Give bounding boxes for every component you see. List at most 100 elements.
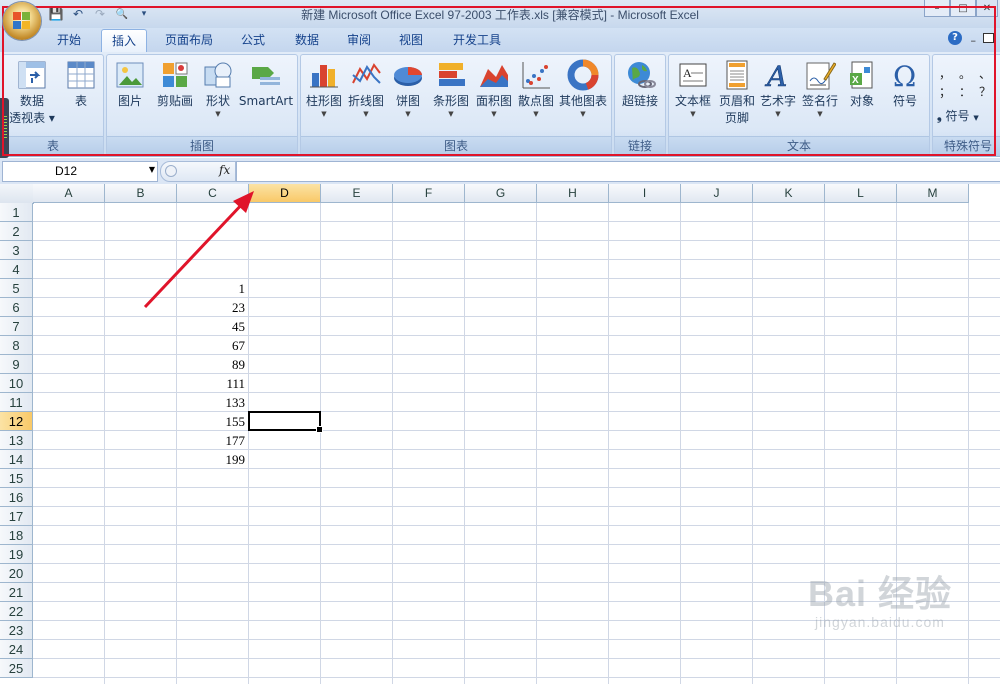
cell-c9[interactable]: 89 [177, 355, 248, 374]
symbol-button[interactable]: Ω 符号 [883, 59, 927, 110]
row-header-3[interactable]: 3 [0, 241, 33, 260]
column-header-d[interactable]: D [249, 184, 321, 203]
row-header-12[interactable]: 12 [0, 412, 33, 431]
resize-handle-icon[interactable] [165, 165, 177, 177]
tab-formulas[interactable]: 公式 [231, 29, 275, 52]
tab-developer[interactable]: 开发工具 [443, 29, 511, 52]
other-charts-button[interactable]: 其他图表 ▼ [557, 59, 609, 119]
ribbon-minimize-icon[interactable]: – [971, 34, 977, 47]
side-handle[interactable] [0, 98, 9, 158]
column-header-c[interactable]: C [177, 184, 249, 203]
row-header-22[interactable]: 22 [0, 602, 33, 621]
row-header-24[interactable]: 24 [0, 640, 33, 659]
help-icon[interactable]: ? [948, 31, 962, 45]
insert-function-icon[interactable]: fx [219, 163, 230, 177]
column-header-m[interactable]: M [897, 184, 969, 203]
special-symbol-button[interactable]: ❟ 符号 ▼ [937, 107, 979, 124]
row-header-13[interactable]: 13 [0, 431, 33, 450]
mark-comma[interactable]: ， [939, 65, 959, 83]
bar-chart-button[interactable]: 条形图 ▼ [429, 59, 473, 119]
wordart-button[interactable]: A 艺术字 ▼ [757, 59, 799, 119]
column-header-l[interactable]: L [825, 184, 897, 203]
cell-c5[interactable]: 1 [177, 279, 248, 298]
tab-review[interactable]: 审阅 [337, 29, 381, 52]
row-header-17[interactable]: 17 [0, 507, 33, 526]
line-chart-button[interactable]: 折线图 ▼ [345, 59, 387, 119]
ribbon-restore-icon[interactable] [983, 33, 994, 43]
row-header-14[interactable]: 14 [0, 450, 33, 469]
row-header-21[interactable]: 21 [0, 583, 33, 602]
scatter-chart-button[interactable]: 散点图 ▼ [515, 59, 557, 119]
tab-page-layout[interactable]: 页面布局 [155, 29, 223, 52]
row-header-20[interactable]: 20 [0, 564, 33, 583]
smartart-button[interactable]: SmartArt [237, 59, 295, 110]
name-box-dropdown-icon[interactable]: ▼ [149, 165, 155, 174]
mark-period[interactable]: 。 [959, 65, 979, 83]
mark-question[interactable]: ？ [979, 83, 999, 101]
row-header-8[interactable]: 8 [0, 336, 33, 355]
select-all-corner[interactable] [0, 184, 34, 204]
column-header-i[interactable]: I [609, 184, 681, 203]
row-header-9[interactable]: 9 [0, 355, 33, 374]
tab-view[interactable]: 视图 [389, 29, 433, 52]
cell-c13[interactable]: 177 [177, 431, 248, 450]
office-button[interactable] [3, 2, 41, 40]
row-header-1[interactable]: 1 [0, 203, 33, 222]
formula-input[interactable] [236, 161, 1000, 182]
row-header-18[interactable]: 18 [0, 526, 33, 545]
row-header-15[interactable]: 15 [0, 469, 33, 488]
row-header-19[interactable]: 19 [0, 545, 33, 564]
column-header-f[interactable]: F [393, 184, 465, 203]
cell-c14[interactable]: 199 [177, 450, 248, 469]
row-header-6[interactable]: 6 [0, 298, 33, 317]
column-header-e[interactable]: E [321, 184, 393, 203]
cell-c10[interactable]: 111 [177, 374, 248, 393]
row-header-23[interactable]: 23 [0, 621, 33, 640]
cell-c7[interactable]: 45 [177, 317, 248, 336]
cell-c12[interactable]: 155 [177, 412, 248, 431]
hyperlink-label: 超链接 [621, 94, 658, 108]
column-header-k[interactable]: K [753, 184, 825, 203]
mark-enumeration-comma[interactable]: 、 [979, 65, 999, 83]
area-chart-button[interactable]: 面积图 ▼ [473, 59, 515, 119]
column-header-b[interactable]: B [105, 184, 177, 203]
restore-button[interactable]: □ [950, 0, 976, 17]
close-button[interactable]: ✕ [976, 0, 998, 17]
minimize-button[interactable]: – [924, 0, 950, 17]
row-header-25[interactable]: 25 [0, 659, 33, 678]
pie-chart-button[interactable]: 饼图 ▼ [387, 59, 429, 119]
active-cell[interactable] [248, 411, 323, 433]
hyperlink-button[interactable]: 超链接 [617, 59, 663, 110]
textbox-button[interactable]: A 文本框 ▼ [671, 59, 715, 119]
column-header-a[interactable]: A [33, 184, 105, 203]
column-chart-button[interactable]: 柱形图 ▼ [303, 59, 345, 119]
shapes-button[interactable]: 形状 ▼ [199, 59, 237, 119]
picture-button[interactable]: 图片 [109, 59, 151, 110]
column-header-g[interactable]: G [465, 184, 537, 203]
cell-c8[interactable]: 67 [177, 336, 248, 355]
cell-c11[interactable]: 133 [177, 393, 248, 412]
name-box[interactable]: D12 ▼ [2, 161, 158, 182]
object-button[interactable]: X 对象 [841, 59, 883, 110]
table-button[interactable]: 表 [61, 59, 101, 110]
row-header-7[interactable]: 7 [0, 317, 33, 336]
column-header-j[interactable]: J [681, 184, 753, 203]
tab-home[interactable]: 开始 [47, 29, 91, 52]
row-header-4[interactable]: 4 [0, 260, 33, 279]
tab-data[interactable]: 数据 [285, 29, 329, 52]
column-header-h[interactable]: H [537, 184, 609, 203]
row-header-16[interactable]: 16 [0, 488, 33, 507]
mark-colon[interactable]: ： [959, 83, 979, 101]
mark-semicolon[interactable]: ； [939, 83, 959, 101]
header-footer-button[interactable]: 页眉和 页脚 [715, 59, 759, 127]
row-header-11[interactable]: 11 [0, 393, 33, 412]
fill-handle[interactable] [316, 426, 323, 433]
row-header-2[interactable]: 2 [0, 222, 33, 241]
signature-line-button[interactable]: 签名行 ▼ [799, 59, 841, 119]
cell-c6[interactable]: 23 [177, 298, 248, 317]
clipart-button[interactable]: 剪贴画 [151, 59, 199, 110]
tab-insert[interactable]: 插入 [101, 29, 148, 53]
pivot-table-button[interactable]: 数据 透视表 ▾ [5, 59, 59, 127]
row-header-10[interactable]: 10 [0, 374, 33, 393]
row-header-5[interactable]: 5 [0, 279, 33, 298]
